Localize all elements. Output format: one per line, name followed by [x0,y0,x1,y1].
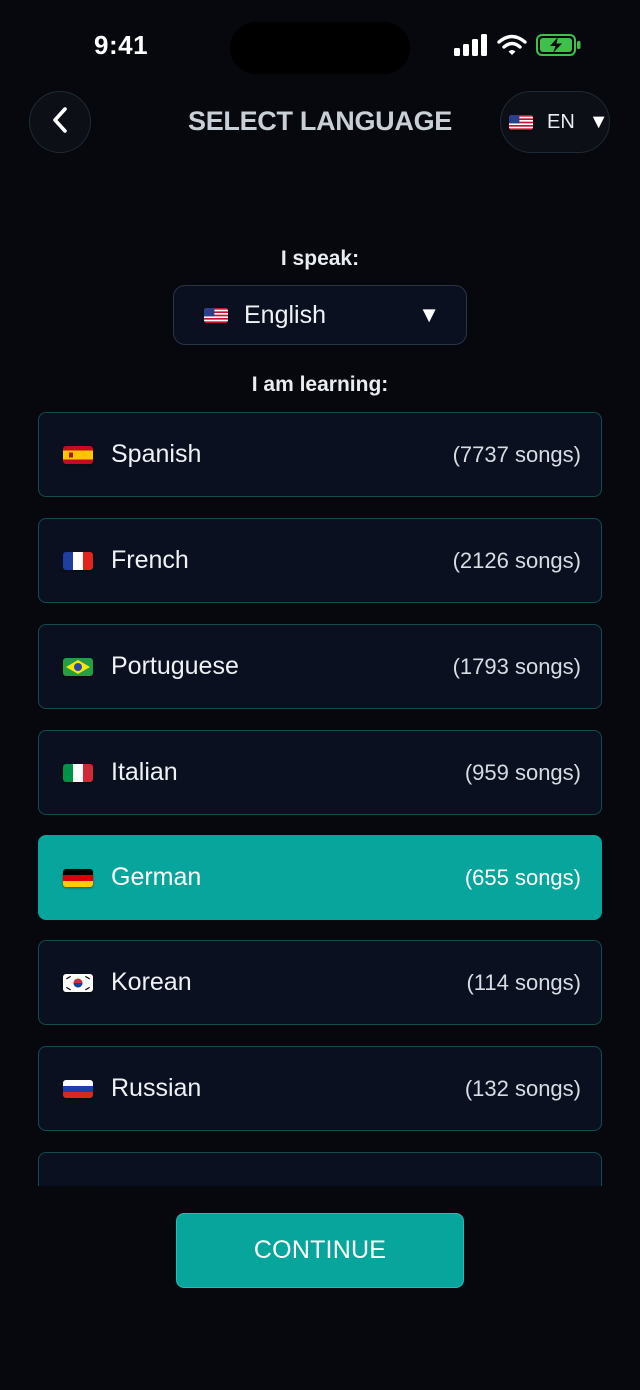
language-name: German [111,863,202,891]
ui-language-selector[interactable]: EN ▼ [500,91,610,153]
language-name: Spanish [111,440,202,468]
de-flag-icon [63,868,93,887]
battery-charging-icon [536,33,582,61]
speak-language-value: English [244,300,326,329]
language-option-spanish[interactable]: Spanish (7737 songs) [38,412,602,497]
language-option-korean[interactable]: Korean (114 songs) [38,940,602,1025]
header: SELECT LANGUAGE EN ▼ [0,90,640,156]
language-option-french[interactable]: French (2126 songs) [38,518,602,603]
caret-down-icon: ▼ [588,110,609,133]
song-count: (7737 songs) [452,441,581,467]
dynamic-island [230,22,410,74]
status-bar: 9:41 [0,0,640,96]
language-name: Italian [111,758,178,786]
song-count: (655 songs) [464,864,581,890]
language-option-russian[interactable]: Russian (132 songs) [38,1046,602,1131]
cellular-signal-icon [454,33,488,61]
song-count: (1793 songs) [452,653,581,679]
speak-language-dropdown[interactable]: English ▼ [173,285,467,345]
flag-icon [63,1185,93,1186]
song-count: (959 songs) [464,759,581,785]
language-option-portuguese[interactable]: Portuguese (1793 songs) [38,624,602,709]
br-flag-icon [63,657,93,676]
ru-flag-icon [63,1079,93,1098]
es-flag-icon [63,445,93,464]
status-icons [454,33,582,61]
fr-flag-icon [63,551,93,570]
learning-language-list[interactable]: Spanish (7737 songs) French (2126 songs)… [0,412,640,1186]
ui-language-code: EN [547,110,575,133]
language-option-german[interactable]: German (655 songs) [38,835,602,920]
continue-button[interactable]: CONTINUE [176,1213,464,1288]
learning-label: I am learning: [251,373,389,396]
language-name: French [111,546,189,574]
song-count: (114 songs) [466,969,581,995]
language-name: Russian [111,1074,202,1102]
language-name: Korean [111,968,192,996]
language-name: Portuguese [111,652,239,680]
speak-label: I speak: [280,247,360,270]
language-option-italian[interactable]: Italian (959 songs) [38,730,602,815]
us-flag-icon [509,114,533,130]
language-option-partial[interactable] [38,1152,602,1186]
caret-down-icon: ▼ [418,302,440,327]
song-count: (2126 songs) [452,547,581,573]
us-flag-icon [204,307,228,323]
kr-flag-icon [63,973,93,992]
song-count: (132 songs) [464,1075,581,1101]
it-flag-icon [63,763,93,782]
wifi-icon [497,34,527,61]
status-time: 9:41 [94,30,149,60]
